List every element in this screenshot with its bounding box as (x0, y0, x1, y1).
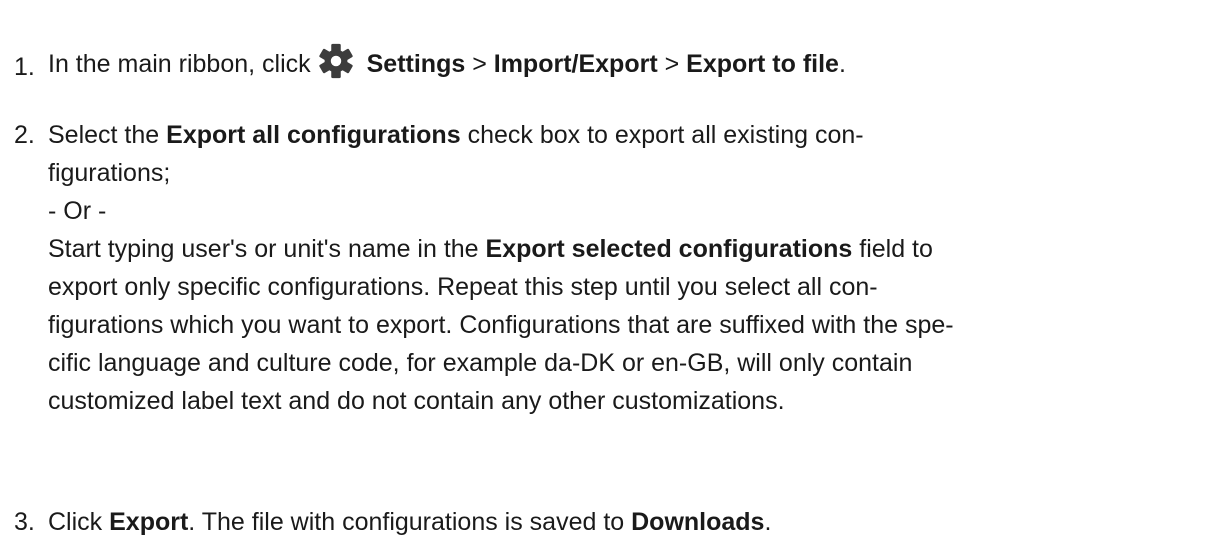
text-run: Select the (48, 121, 167, 149)
text-run: check box to export all existing con- (460, 121, 864, 149)
step-intro-text: In the main ribbon, click (48, 50, 311, 78)
menu-separator: > (465, 50, 494, 78)
step-text: Click Export. The file with configuratio… (48, 503, 1191, 541)
text-run: Click (48, 508, 110, 536)
step-line: Start typing user's or unit's name in th… (48, 230, 1191, 268)
step-number: 3. (14, 508, 35, 536)
step-text: Select the Export all configurations che… (48, 116, 1191, 420)
import-export-menu-label: Import/Export (493, 50, 658, 78)
downloads-folder-label: Downloads (631, 508, 765, 536)
text-run: . The file with configurations is saved … (188, 508, 632, 536)
text-run: Start typing user's or unit's name in th… (48, 235, 486, 263)
step-line: figurations which you want to export. Co… (48, 311, 954, 339)
export-to-file-menu-label: Export to file (686, 50, 839, 78)
step-text: In the main ribbon, click Settings > Imp… (48, 42, 1191, 83)
step-line: figurations; (48, 159, 171, 187)
sentence-end: . (838, 50, 846, 78)
step-line: cific language and culture code, for exa… (48, 349, 913, 377)
gear-icon (317, 42, 355, 80)
document-page: 1. In the main ribbon, click Settings > … (0, 0, 1211, 549)
export-button-label: Export (109, 508, 189, 536)
menu-separator: > (657, 50, 687, 78)
step-line: customized label text and do not contain… (48, 387, 785, 415)
step-line: In the main ribbon, click Settings > Imp… (48, 42, 1191, 83)
step-line-or: - Or - (48, 197, 107, 225)
sentence-end: . (764, 508, 772, 536)
step-line: Click Export. The file with configuratio… (48, 503, 1191, 541)
settings-menu-label: Settings (366, 50, 466, 78)
step-number: 1. (14, 53, 35, 81)
step-number: 2. (14, 121, 35, 149)
step-line: Select the Export all configurations che… (48, 116, 1191, 154)
text-run: field to (852, 235, 933, 263)
step-line: export only specific configurations. Rep… (48, 273, 878, 301)
export-all-configurations-label: Export all configurations (166, 121, 461, 149)
export-selected-configurations-label: Export selected configurations (485, 235, 853, 263)
